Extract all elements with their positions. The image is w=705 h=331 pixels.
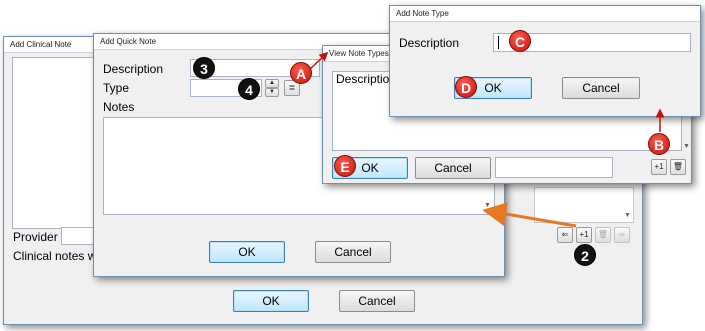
delete-note-type-icon[interactable]: 🗑: [670, 159, 686, 175]
annotation-marker-b: B: [648, 133, 670, 155]
notes-label: Notes: [103, 100, 135, 114]
annotation-marker-d: D: [455, 76, 477, 98]
note-type-filter-field[interactable]: [495, 157, 613, 178]
type-spinner[interactable]: ▲ ▼: [265, 79, 279, 97]
text-cursor: [498, 36, 499, 49]
annotation-marker-c: C: [509, 30, 531, 52]
notes-scroll-down-icon[interactable]: ▼: [484, 202, 491, 209]
note-type-description-label: Description: [399, 36, 460, 50]
annotation-marker-3: 3: [193, 57, 215, 79]
add-note-type-cancel-button[interactable]: Cancel: [562, 77, 640, 99]
type-label: Type: [103, 81, 130, 95]
description-label: Description: [103, 62, 164, 76]
provider-label: Provider: [13, 230, 58, 244]
annotation-marker-a: A: [290, 62, 312, 84]
clinical-note-text-area[interactable]: [12, 57, 102, 229]
prev-icon[interactable]: ⇐: [557, 227, 573, 243]
description-column-header: Description: [336, 72, 397, 86]
clinical-note-ok-button[interactable]: OK: [233, 290, 309, 312]
add-note-type-titlebar: Add Note Type: [390, 6, 700, 22]
note-types-scroll-down-icon[interactable]: ▼: [683, 143, 690, 150]
spinner-up-icon[interactable]: ▲: [265, 79, 279, 88]
provider-field[interactable]: [61, 227, 95, 245]
quick-note-cancel-button[interactable]: Cancel: [315, 241, 391, 263]
add-note-type-window: Add Note Type Description OK Cancel: [389, 5, 701, 117]
add-note-type-button[interactable]: +1: [651, 159, 667, 175]
clinical-notes-list[interactable]: [534, 187, 634, 223]
spinner-down-icon[interactable]: ▼: [265, 88, 279, 97]
annotation-marker-4: 4: [238, 78, 260, 100]
clinical-notes-label: Clinical notes wi: [13, 249, 100, 263]
clinical-note-cancel-button[interactable]: Cancel: [339, 290, 415, 312]
annotation-marker-e: E: [334, 155, 356, 177]
quick-note-ok-button[interactable]: OK: [209, 241, 285, 263]
link-icon[interactable]: ∞: [614, 227, 630, 243]
view-note-types-cancel-button[interactable]: Cancel: [415, 157, 491, 179]
delete-icon[interactable]: 🗑: [595, 227, 611, 243]
list-scroll-down-icon[interactable]: ▼: [624, 212, 631, 219]
annotation-marker-2: 2: [574, 244, 596, 266]
add-note-button[interactable]: +1: [576, 227, 592, 243]
